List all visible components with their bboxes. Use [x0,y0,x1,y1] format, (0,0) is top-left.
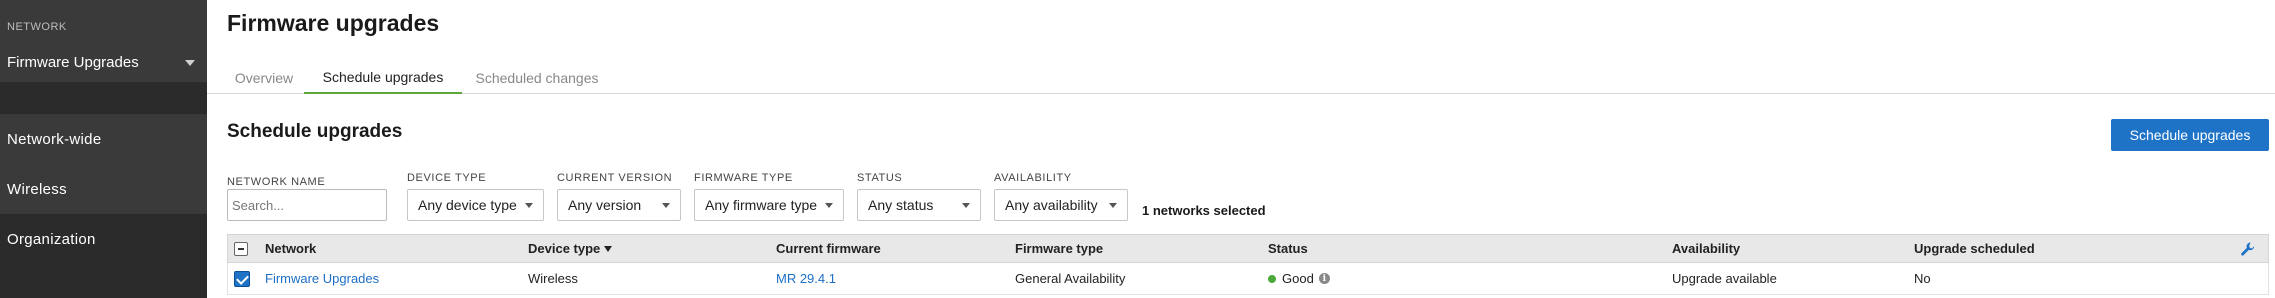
firmware-type-cell: General Availability [1015,271,1126,286]
availability-dropdown[interactable]: Any availability [994,189,1128,221]
page-title: Firmware upgrades [227,10,440,36]
network-label: NETWORK [7,21,67,33]
table-header: Network Device type Current firmware Fir… [227,234,2269,263]
select-all-checkbox[interactable] [234,242,248,256]
schedule-upgrades-button[interactable]: Schedule upgrades [2111,119,2269,151]
chevron-down-icon [825,203,833,208]
main-content: Firmware upgrades Overview Schedule upgr… [207,0,2275,298]
column-header-availability[interactable]: Availability [1672,235,1740,262]
column-header-status[interactable]: Status [1268,235,1308,262]
status-label: STATUS [857,172,903,184]
column-header-label: Device type [528,241,601,256]
current-firmware-link[interactable]: MR 29.4.1 [776,263,836,294]
network-name-label: NETWORK NAME [227,176,326,188]
firmware-type-dropdown[interactable]: Any firmware type [694,189,844,221]
device-type-cell: Wireless [528,271,578,286]
firmware-type-label: FIRMWARE TYPE [694,172,793,184]
column-header-device-type[interactable]: Device type [528,235,613,262]
status-good-dot-icon [1268,274,1276,283]
availability-label: AVAILABILITY [994,172,1072,184]
upgrade-scheduled-cell: No [1914,271,1931,286]
status-text: Good [1282,271,1314,286]
chevron-down-icon [185,60,195,66]
tab-bar: Overview Schedule upgrades Scheduled cha… [207,58,2275,94]
sidebar-item-label: Network-wide [7,130,102,148]
current-version-value: Any version [568,197,642,213]
chevron-down-icon [525,203,533,208]
current-version-label: CURRENT VERSION [557,172,673,184]
table-row[interactable]: Firmware Upgrades Wireless MR 29.4.1 Gen… [227,263,2269,295]
tab-overview[interactable]: Overview [229,62,299,94]
sort-descending-icon [604,245,613,252]
sidebar: NETWORK Firmware Upgrades Network-wide W… [0,0,207,298]
network-name-search-input[interactable]: Search... [227,189,387,221]
network-selector-value: Firmware Upgrades [7,53,139,71]
sidebar-item-label: Wireless [7,180,67,198]
sidebar-item-network-wide[interactable]: Network-wide [0,114,207,164]
column-header-upgrade-scheduled[interactable]: Upgrade scheduled [1914,235,2035,262]
sidebar-item-label: Organization [7,230,96,248]
column-header-current-firmware[interactable]: Current firmware [776,235,881,262]
row-checkbox[interactable] [234,271,250,287]
firmware-type-value: Any firmware type [705,197,818,213]
tab-schedule-upgrades[interactable]: Schedule upgrades [304,62,462,94]
chevron-down-icon [662,203,670,208]
info-icon[interactable]: i [1318,273,1330,284]
chevron-down-icon [1109,203,1117,208]
status-value: Any status [868,197,934,213]
column-header-firmware-type[interactable]: Firmware type [1015,235,1103,262]
status-dropdown[interactable]: Any status [857,189,981,221]
availability-value: Any availability [1005,197,1098,213]
network-selector[interactable]: Firmware Upgrades [0,44,207,80]
sidebar-item-organization[interactable]: Organization [0,214,207,264]
current-version-dropdown[interactable]: Any version [557,189,681,221]
status-cell: Good i [1268,263,1330,294]
chevron-down-icon [962,203,970,208]
column-header-network[interactable]: Network [265,235,316,262]
section-title: Schedule upgrades [227,121,403,142]
tab-scheduled-changes[interactable]: Scheduled changes [467,62,607,94]
sidebar-item-wireless[interactable]: Wireless [0,164,207,214]
device-type-dropdown[interactable]: Any device type [407,189,544,221]
wrench-icon[interactable] [2240,241,2256,257]
selected-networks-count: 1 networks selected [1142,203,1266,218]
device-type-label: DEVICE TYPE [407,172,487,184]
network-link[interactable]: Firmware Upgrades [265,263,379,294]
availability-cell: Upgrade available [1672,271,1777,286]
device-type-value: Any device type [418,197,517,213]
